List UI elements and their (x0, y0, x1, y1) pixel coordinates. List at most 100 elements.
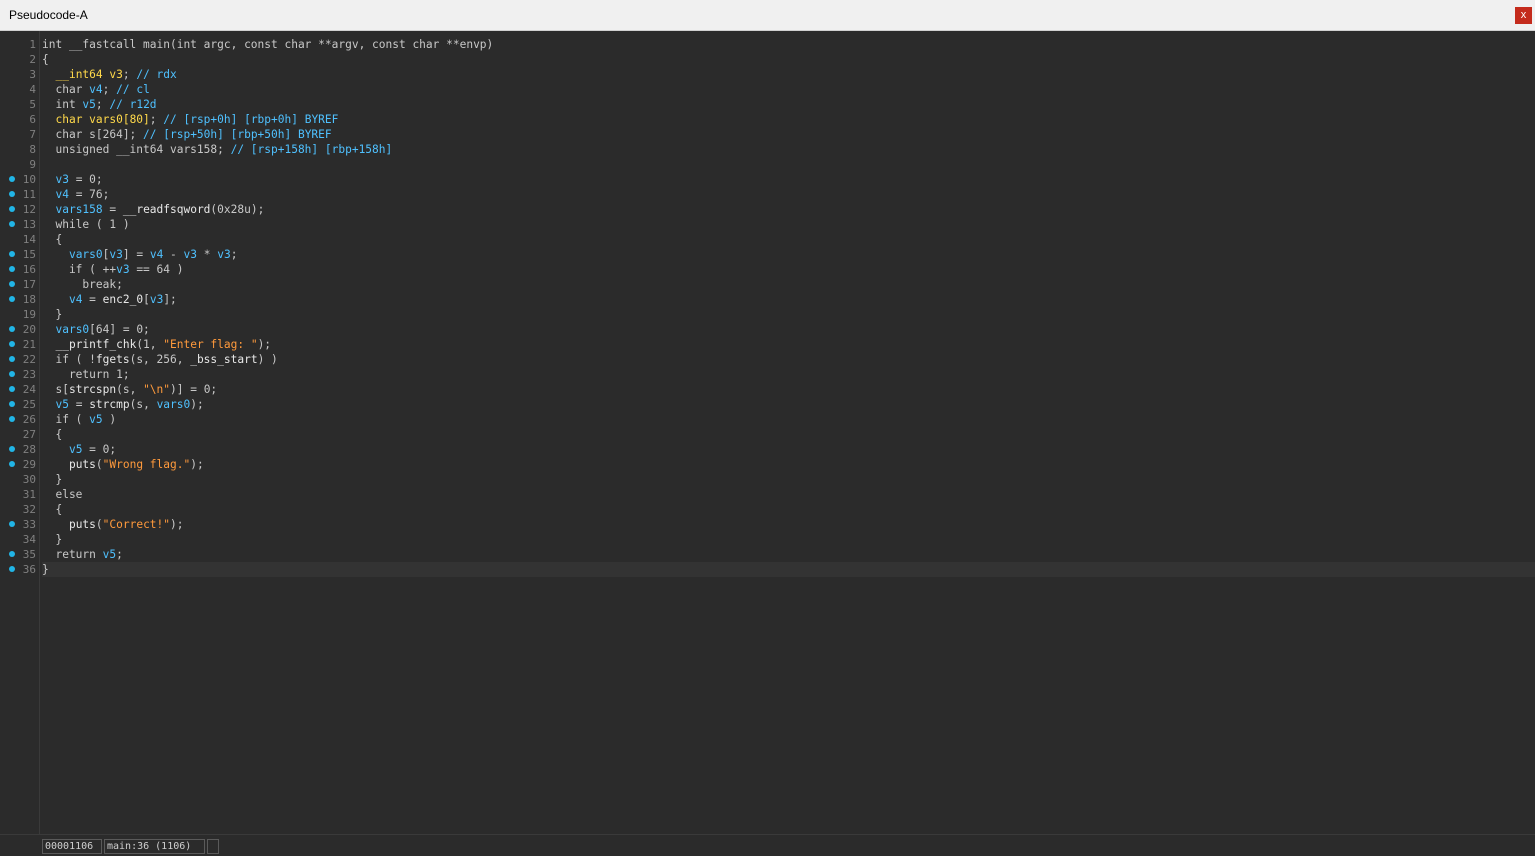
breakpoint-dot-icon[interactable] (9, 401, 15, 407)
gutter-line[interactable]: 6 (0, 112, 39, 127)
code-line[interactable]: { (42, 52, 1535, 67)
gutter-line[interactable]: 11 (0, 187, 39, 202)
code-line[interactable]: return v5; (42, 547, 1535, 562)
close-button[interactable]: x (1515, 7, 1532, 24)
code-area[interactable]: int __fastcall main(int argc, const char… (42, 31, 1535, 834)
code-line[interactable]: char vars0[80]; // [rsp+0h] [rbp+0h] BYR… (42, 112, 1535, 127)
gutter-line[interactable]: 15 (0, 247, 39, 262)
code-line[interactable]: v5 = strcmp(s, vars0); (42, 397, 1535, 412)
code-line[interactable]: v3 = 0; (42, 172, 1535, 187)
breakpoint-dot-icon[interactable] (9, 176, 15, 182)
gutter-line[interactable]: 26 (0, 412, 39, 427)
breakpoint-dot-icon[interactable] (9, 296, 15, 302)
code-line[interactable]: int v5; // r12d (42, 97, 1535, 112)
breakpoint-dot-icon[interactable] (9, 266, 15, 272)
breakpoint-dot-icon[interactable] (9, 551, 15, 557)
code-line[interactable]: { (42, 232, 1535, 247)
gutter-line[interactable]: 21 (0, 337, 39, 352)
code-line[interactable]: int __fastcall main(int argc, const char… (42, 37, 1535, 52)
gutter-line[interactable]: 23 (0, 367, 39, 382)
gutter-line[interactable]: 20 (0, 322, 39, 337)
breakpoint-dot-icon[interactable] (9, 446, 15, 452)
code-line[interactable]: if ( v5 ) (42, 412, 1535, 427)
code-line[interactable]: s[strcspn(s, "\n")] = 0; (42, 382, 1535, 397)
breakpoint-dot-icon[interactable] (9, 281, 15, 287)
gutter-line[interactable]: 24 (0, 382, 39, 397)
breakpoint-dot-icon[interactable] (9, 416, 15, 422)
code-line[interactable]: __printf_chk(1, "Enter flag: "); (42, 337, 1535, 352)
gutter-line[interactable]: 13 (0, 217, 39, 232)
gutter-line[interactable]: 30 (0, 472, 39, 487)
breakpoint-dot-icon[interactable] (9, 251, 15, 257)
code-line[interactable]: { (42, 502, 1535, 517)
gutter-line[interactable]: 22 (0, 352, 39, 367)
breakpoint-dot-icon[interactable] (9, 356, 15, 362)
code-line[interactable]: else (42, 487, 1535, 502)
gutter-line[interactable]: 14 (0, 232, 39, 247)
code-line[interactable]: return 1; (42, 367, 1535, 382)
gutter-line[interactable]: 16 (0, 262, 39, 277)
code-line[interactable]: vars158 = __readfsqword(0x28u); (42, 202, 1535, 217)
breakpoint-dot-icon[interactable] (9, 566, 15, 572)
line-number: 25 (22, 398, 36, 411)
breakpoint-dot-icon[interactable] (9, 206, 15, 212)
code-line[interactable]: char v4; // cl (42, 82, 1535, 97)
code-line[interactable] (42, 157, 1535, 172)
code-line[interactable]: if ( !fgets(s, 256, _bss_start) ) (42, 352, 1535, 367)
code-line[interactable]: v4 = 76; (42, 187, 1535, 202)
gutter-line[interactable]: 34 (0, 532, 39, 547)
breakpoint-dot-icon[interactable] (9, 191, 15, 197)
code-line[interactable]: vars0[64] = 0; (42, 322, 1535, 337)
code-line[interactable]: char s[264]; // [rsp+50h] [rbp+50h] BYRE… (42, 127, 1535, 142)
gutter-line[interactable]: 5 (0, 97, 39, 112)
code-token: ); (190, 458, 204, 471)
code-line[interactable]: vars0[v3] = v4 - v3 * v3; (42, 247, 1535, 262)
gutter-line[interactable]: 18 (0, 292, 39, 307)
gutter-line[interactable]: 25 (0, 397, 39, 412)
code-line[interactable]: unsigned __int64 vars158; // [rsp+158h] … (42, 142, 1535, 157)
gutter-line[interactable]: 3 (0, 67, 39, 82)
code-token: v4 (68, 293, 83, 306)
gutter-line[interactable]: 32 (0, 502, 39, 517)
gutter-line[interactable]: 7 (0, 127, 39, 142)
gutter-line[interactable]: 10 (0, 172, 39, 187)
gutter-line[interactable]: 33 (0, 517, 39, 532)
breakpoint-dot-icon[interactable] (9, 521, 15, 527)
gutter-line[interactable]: 29 (0, 457, 39, 472)
breakpoint-dot-icon[interactable] (9, 326, 15, 332)
code-line[interactable]: { (42, 427, 1535, 442)
code-line[interactable]: __int64 v3; // rdx (42, 67, 1535, 82)
gutter-line[interactable]: 12 (0, 202, 39, 217)
breakpoint-dot-icon[interactable] (9, 221, 15, 227)
code-line[interactable]: } (42, 532, 1535, 547)
code-line[interactable]: v4 = enc2_0[v3]; (42, 292, 1535, 307)
breakpoint-dot-icon[interactable] (9, 461, 15, 467)
gutter-line[interactable]: 35 (0, 547, 39, 562)
gutter-line[interactable]: 36 (0, 562, 39, 577)
code-line[interactable]: break; (42, 277, 1535, 292)
gutter-line[interactable]: 8 (0, 142, 39, 157)
gutter-line[interactable]: 17 (0, 277, 39, 292)
code-editor[interactable]: 1 2 3 4 5 6 7 8 9 10 11 12 13 14 15 16 17 18 19 20 21 22 23 24 2… (0, 31, 1535, 834)
current-code-line[interactable]: } (42, 562, 1535, 577)
code-line[interactable]: puts("Correct!"); (42, 517, 1535, 532)
code-line[interactable]: v5 = 0; (42, 442, 1535, 457)
gutter-line[interactable]: 1 (0, 37, 39, 52)
gutter-line[interactable]: 9 (0, 157, 39, 172)
code-line[interactable]: } (42, 472, 1535, 487)
line-number-gutter[interactable]: 1 2 3 4 5 6 7 8 9 10 11 12 13 14 15 16 17 18 19 20 21 22 23 24 2… (0, 31, 40, 834)
code-token: ( (95, 518, 103, 531)
gutter-line[interactable]: 28 (0, 442, 39, 457)
code-line[interactable]: puts("Wrong flag."); (42, 457, 1535, 472)
gutter-line[interactable]: 31 (0, 487, 39, 502)
breakpoint-dot-icon[interactable] (9, 371, 15, 377)
breakpoint-dot-icon[interactable] (9, 341, 15, 347)
code-line[interactable]: if ( ++v3 == 64 ) (42, 262, 1535, 277)
code-line[interactable]: while ( 1 ) (42, 217, 1535, 232)
breakpoint-dot-icon[interactable] (9, 386, 15, 392)
gutter-line[interactable]: 27 (0, 427, 39, 442)
code-line[interactable]: } (42, 307, 1535, 322)
gutter-line[interactable]: 4 (0, 82, 39, 97)
gutter-line[interactable]: 19 (0, 307, 39, 322)
gutter-line[interactable]: 2 (0, 52, 39, 67)
